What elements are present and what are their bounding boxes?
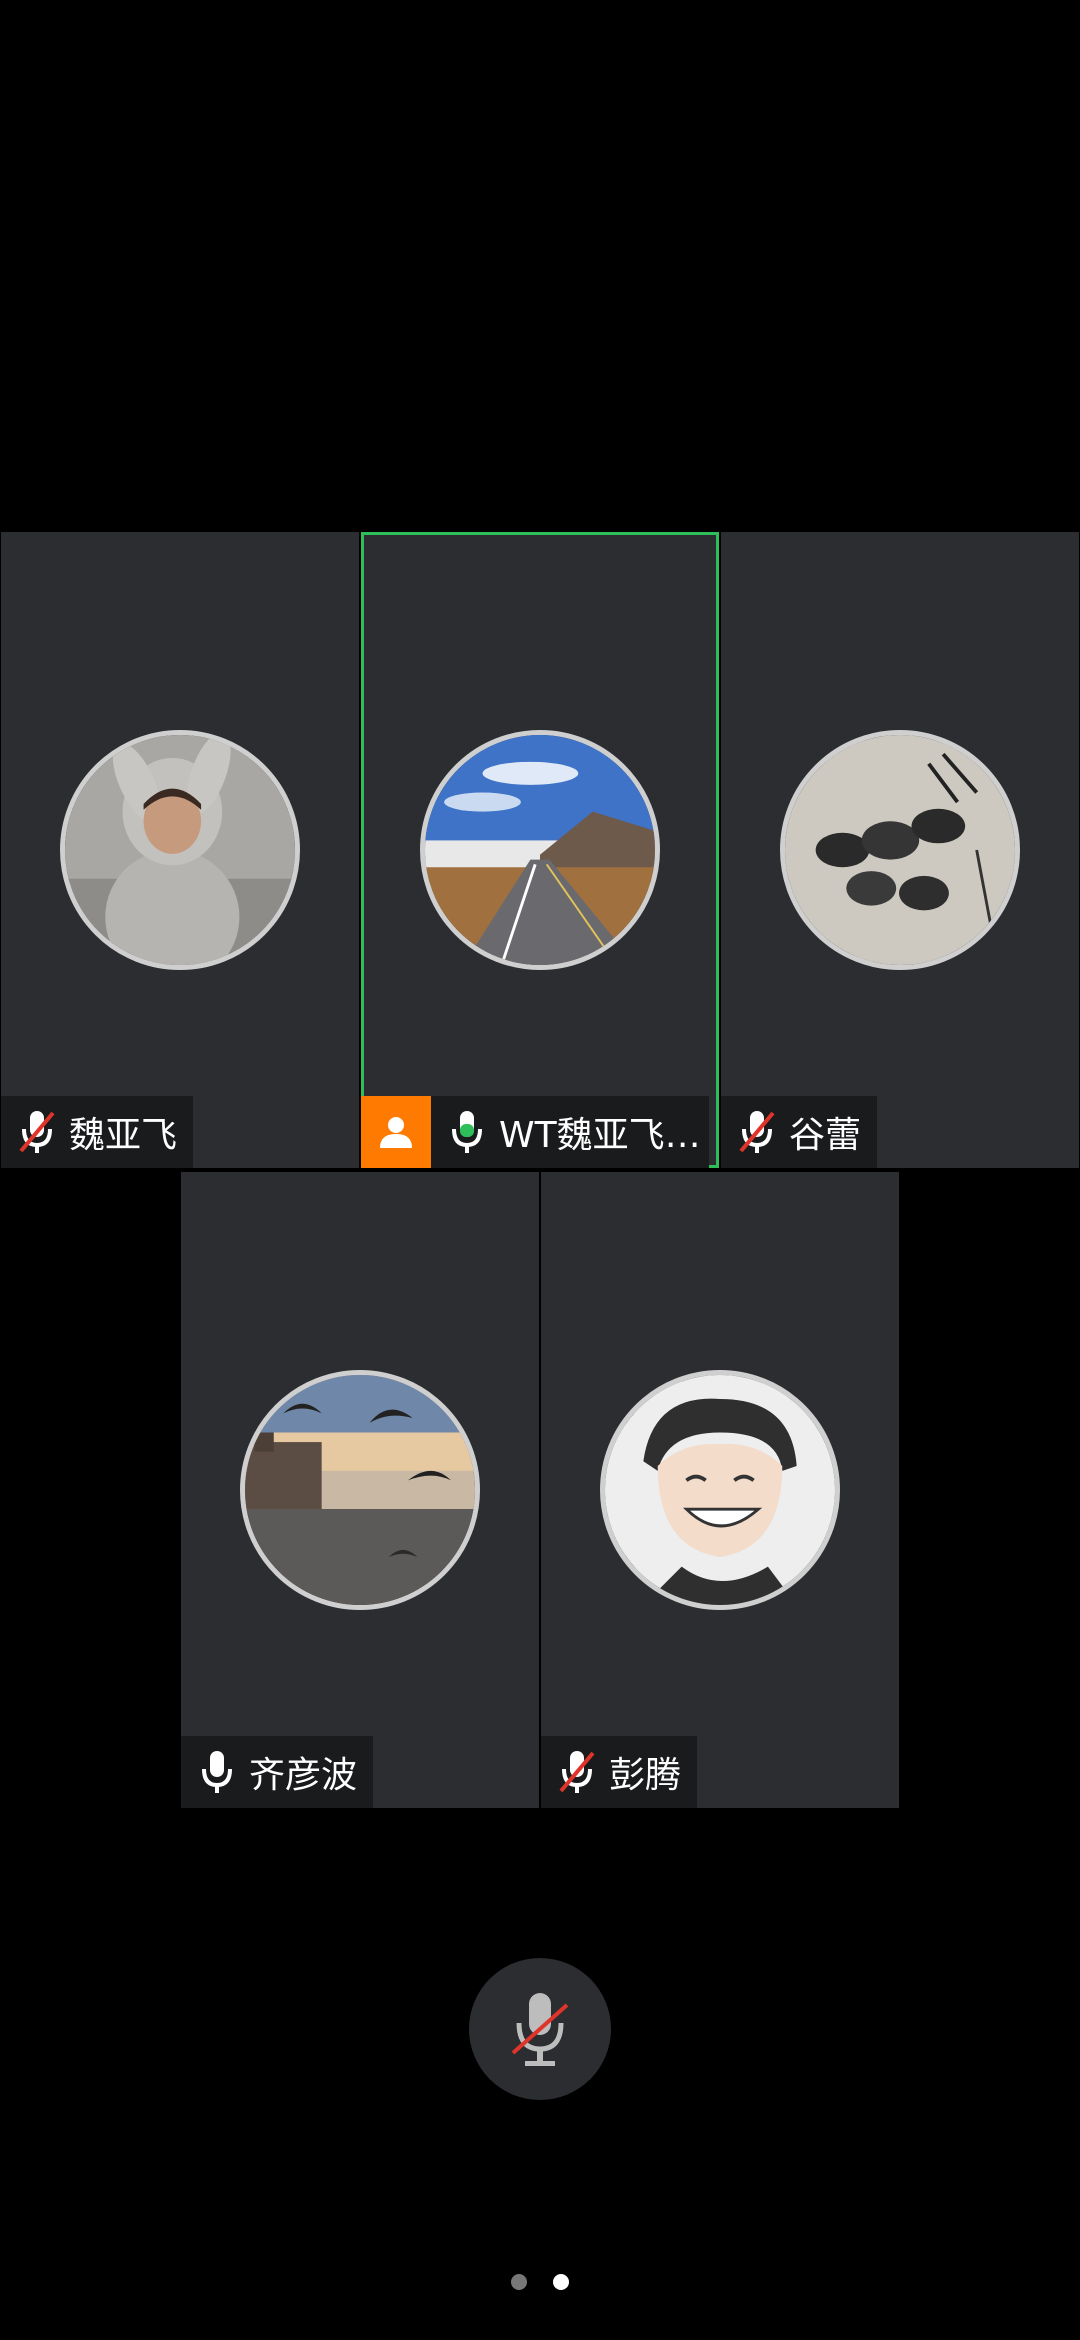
participant-name: 谷蕾 xyxy=(789,1115,862,1156)
host-icon xyxy=(380,1117,412,1148)
participant-tile[interactable]: 魏亚飞 xyxy=(1,532,359,1168)
participant-label: 魏亚飞 xyxy=(1,1096,194,1168)
avatar xyxy=(600,1370,840,1610)
avatar xyxy=(60,730,300,970)
participant-label: 彭腾 xyxy=(541,1736,698,1808)
participant-tile[interactable]: 齐彦波 xyxy=(181,1172,539,1808)
participant-name: 彭腾 xyxy=(609,1755,682,1796)
mic-muted-icon xyxy=(19,1111,55,1153)
participant-name: WT魏亚飞… xyxy=(499,1115,701,1156)
participant-name: 齐彦波 xyxy=(249,1755,358,1796)
avatar xyxy=(420,730,660,970)
toggle-mic-button[interactable] xyxy=(469,1958,611,2100)
participant-label: WT魏亚飞… xyxy=(361,1096,709,1168)
mic-speaking-icon xyxy=(452,1111,482,1153)
page-dot[interactable] xyxy=(511,2274,527,2290)
page-indicator xyxy=(0,2274,1080,2290)
mic-on-icon xyxy=(202,1751,232,1793)
participant-name: 魏亚飞 xyxy=(69,1115,178,1156)
mic-muted-icon xyxy=(511,1993,569,2066)
mic-muted-icon xyxy=(559,1751,595,1793)
participant-tile[interactable]: 彭腾 xyxy=(541,1172,899,1808)
meeting-stage: 魏亚飞 WT魏亚飞… 谷蕾 齐彦波 彭腾 xyxy=(0,0,1080,2340)
avatar xyxy=(780,730,1020,970)
participant-label: 谷蕾 xyxy=(721,1096,878,1168)
host-badge xyxy=(361,1096,431,1168)
participant-tile-active[interactable]: WT魏亚飞… xyxy=(361,532,719,1168)
avatar xyxy=(240,1370,480,1610)
page-dot-current[interactable] xyxy=(553,2274,569,2290)
participant-tile[interactable]: 谷蕾 xyxy=(721,532,1079,1168)
mic-muted-icon xyxy=(739,1111,775,1153)
participant-label: 齐彦波 xyxy=(181,1736,374,1808)
